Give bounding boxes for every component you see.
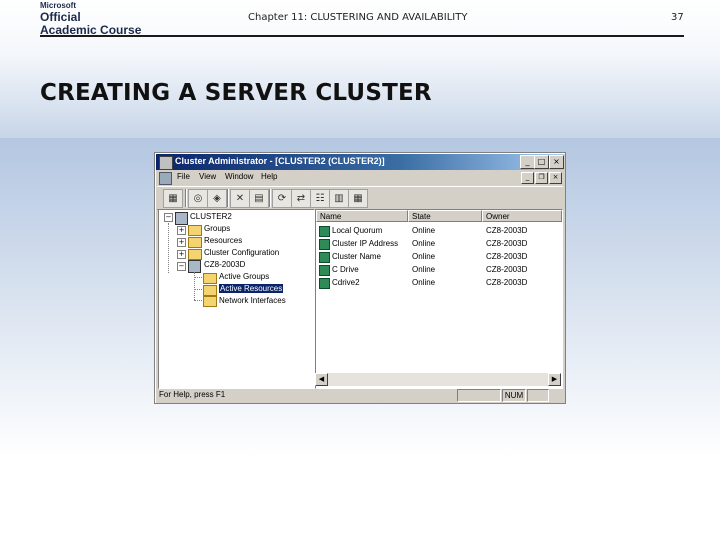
column-header-state[interactable]: State	[408, 210, 482, 222]
resource-icon	[319, 226, 330, 237]
resource-icon	[319, 239, 330, 250]
mdi-restore-button[interactable]: ❐	[535, 172, 548, 184]
tree-node-active-groups[interactable]: Active Groups	[219, 272, 269, 281]
resource-state: Online	[412, 278, 436, 287]
table-row[interactable]: C Drive Online CZ8-2003D	[316, 264, 562, 276]
tree-node-cluster2[interactable]: CLUSTER2	[190, 212, 232, 221]
tree-node-cz8-2003d[interactable]: CZ8-2003D	[204, 260, 245, 269]
resource-name: C Drive	[332, 265, 359, 274]
cluster-administrator-window: Cluster Administrator - [CLUSTER2 (CLUST…	[154, 152, 566, 404]
toolbar: ▦ ◎ ◈ ✕ ▤ ⟳ ⇄ ☷ ▥ ▦	[157, 186, 563, 210]
properties-icon[interactable]: ▤	[249, 189, 269, 208]
delete-icon[interactable]: ✕	[230, 189, 250, 208]
status-bar: For Help, press F1 NUM	[157, 389, 563, 402]
take-offline-icon[interactable]: ⇄	[291, 189, 311, 208]
num-lock-indicator: NUM	[502, 389, 526, 402]
menu-bar: File View Window Help _ ❐ ×	[157, 171, 563, 185]
resource-name: Local Quorum	[332, 226, 383, 235]
header-rule	[40, 35, 684, 37]
tree-expand-icon[interactable]: +	[177, 226, 186, 235]
resource-state: Online	[412, 239, 436, 248]
close-button[interactable]: ×	[549, 155, 564, 169]
toolbar-separator	[185, 189, 186, 207]
table-row[interactable]: Cdrive2 Online CZ8-2003D	[316, 277, 562, 289]
maximize-button[interactable]: □	[534, 155, 549, 169]
folder-icon	[188, 237, 202, 248]
table-row[interactable]: Cluster Name Online CZ8-2003D	[316, 251, 562, 263]
resource-name: Cdrive2	[332, 278, 360, 287]
folder-icon	[188, 249, 202, 260]
menu-help[interactable]: Help	[261, 172, 277, 181]
tree-node-network-interfaces[interactable]: Network Interfaces	[219, 296, 286, 305]
horizontal-scrollbar[interactable]: ◀ ▶	[315, 373, 561, 386]
resource-state: Online	[412, 226, 436, 235]
resource-name: Cluster IP Address	[332, 239, 399, 248]
toolbar-separator	[227, 189, 228, 207]
open-connection-icon[interactable]: ▦	[163, 189, 183, 208]
table-row[interactable]: Cluster IP Address Online CZ8-2003D	[316, 238, 562, 250]
resource-icon	[319, 278, 330, 289]
resource-state: Online	[412, 265, 436, 274]
cluster-icon	[175, 212, 188, 225]
tree-node-cluster-configuration[interactable]: Cluster Configuration	[204, 248, 279, 257]
mdi-minimize-button[interactable]: _	[521, 172, 534, 184]
folder-icon	[203, 273, 217, 284]
tree-expand-icon[interactable]: +	[177, 238, 186, 247]
folder-icon	[203, 285, 217, 296]
resource-owner: CZ8-2003D	[486, 226, 528, 235]
new-resource-icon[interactable]: ◈	[207, 189, 227, 208]
table-row[interactable]: Local Quorum Online CZ8-2003D	[316, 225, 562, 237]
tree-node-active-resources[interactable]: Active Resources	[219, 284, 284, 293]
resource-state: Online	[412, 252, 436, 261]
menu-file[interactable]: File	[177, 172, 190, 181]
logo-line-official: Official	[40, 10, 81, 24]
chapter-heading: Chapter 11: CLUSTERING AND AVAILABILITY	[248, 12, 468, 23]
tree-connector	[194, 277, 202, 278]
tree-collapse-icon[interactable]: −	[177, 262, 186, 271]
scroll-left-icon[interactable]: ◀	[315, 373, 328, 386]
window-titlebar[interactable]: Cluster Administrator - [CLUSTER2 (CLUST…	[156, 154, 564, 170]
minimize-button[interactable]: _	[520, 155, 535, 169]
toolbar-separator	[269, 189, 270, 207]
resource-owner: CZ8-2003D	[486, 265, 528, 274]
bring-online-icon[interactable]: ⟳	[272, 189, 292, 208]
tree-connector	[194, 300, 202, 301]
tree-node-groups[interactable]: Groups	[204, 224, 230, 233]
tree-node-resources[interactable]: Resources	[204, 236, 242, 245]
folder-icon	[203, 296, 217, 307]
resource-name: Cluster Name	[332, 252, 381, 261]
folder-icon	[188, 225, 202, 236]
cluster-admin-app-icon	[159, 156, 173, 170]
slide-title: CREATING A SERVER CLUSTER	[40, 80, 432, 106]
status-cell	[457, 389, 501, 402]
mdi-close-button[interactable]: ×	[549, 172, 562, 184]
new-group-icon[interactable]: ◎	[188, 189, 208, 208]
tree-collapse-icon[interactable]: −	[164, 213, 173, 222]
column-header-owner[interactable]: Owner	[482, 210, 562, 222]
resource-list-pane[interactable]: Name State Owner Local Quorum Online CZ8…	[315, 209, 563, 389]
page-number: 37	[671, 12, 684, 23]
menu-view[interactable]: View	[199, 172, 216, 181]
resource-owner: CZ8-2003D	[486, 278, 528, 287]
large-icons-view-icon[interactable]: ▦	[348, 189, 368, 208]
list-view-icon[interactable]: ☷	[310, 189, 330, 208]
logo-line-microsoft: Microsoft	[40, 1, 76, 10]
document-icon[interactable]	[159, 172, 172, 185]
scroll-right-icon[interactable]: ▶	[548, 373, 561, 386]
microsoft-official-academic-course-logo: Microsoft Official Academic Course	[40, 1, 141, 37]
status-message: For Help, press F1	[159, 390, 226, 399]
window-title: Cluster Administrator - [CLUSTER2 (CLUST…	[175, 156, 385, 166]
tree-connector	[194, 289, 202, 290]
status-cell	[527, 389, 549, 402]
resource-icon	[319, 252, 330, 263]
column-header-name[interactable]: Name	[316, 210, 408, 222]
menu-window[interactable]: Window	[225, 172, 253, 181]
cluster-tree-pane[interactable]: − CLUSTER2 + Groups + Resources + Cluste…	[158, 209, 315, 389]
resource-owner: CZ8-2003D	[486, 239, 528, 248]
tree-expand-icon[interactable]: +	[177, 250, 186, 259]
resource-icon	[319, 265, 330, 276]
tree-connector	[168, 223, 169, 273]
details-view-icon[interactable]: ▥	[329, 189, 349, 208]
resource-owner: CZ8-2003D	[486, 252, 528, 261]
